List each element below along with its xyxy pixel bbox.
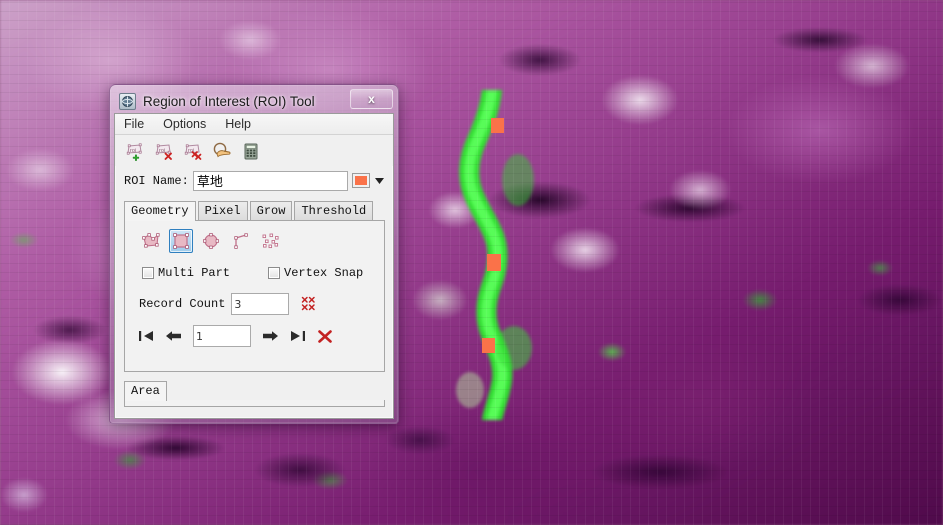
tab-area[interactable]: Area: [124, 381, 167, 401]
shape-tool-row: [125, 221, 384, 253]
ellipse-tool[interactable]: [199, 229, 223, 253]
roi-name-input[interactable]: [192, 170, 349, 191]
last-record-icon[interactable]: [288, 327, 307, 346]
point-tool[interactable]: [259, 229, 283, 253]
delete-records-xx-icon[interactable]: [300, 295, 318, 313]
geometry-tabstrip: Geometry Pixel Grow Threshold: [124, 201, 385, 221]
tab-pixel[interactable]: Pixel: [197, 201, 248, 220]
menubar: File Options Help: [115, 114, 393, 135]
vertex-snap-label: Vertex Snap: [284, 266, 364, 280]
vertex-snap-checkbox[interactable]: Vertex Snap: [268, 266, 363, 280]
record-count-value: [231, 293, 290, 315]
chevron-down-icon[interactable]: [374, 173, 385, 188]
checkbox-box: [268, 267, 281, 279]
rectangle-tool[interactable]: [169, 229, 193, 253]
svg-text:roi: roi: [130, 148, 136, 154]
delete-all-roi-button[interactable]: roi: [182, 140, 204, 162]
close-button[interactable]: x: [350, 89, 393, 109]
roi-tool-dialog[interactable]: Region of Interest (ROI) Tool x File Opt…: [109, 84, 399, 424]
menu-file[interactable]: File: [122, 116, 146, 132]
svg-text:roi: roi: [159, 148, 165, 154]
dialog-client-area: File Options Help roi roi roi ROI Name: …: [114, 113, 394, 419]
dialog-titlebar[interactable]: Region of Interest (ROI) Tool x: [113, 88, 395, 115]
calculator-button[interactable]: [240, 140, 262, 162]
polyline-tool[interactable]: [229, 229, 253, 253]
multi-part-label: Multi Part: [158, 266, 231, 280]
previous-record-icon[interactable]: [164, 327, 183, 346]
roi-name-label: ROI Name:: [124, 173, 189, 188]
multi-part-checkbox[interactable]: Multi Part: [142, 266, 230, 280]
first-record-icon[interactable]: [137, 327, 156, 346]
roi-color-swatch[interactable]: [352, 173, 370, 188]
toolbar: roi roi roi: [115, 135, 393, 166]
record-count-row: Record Count: [125, 280, 384, 315]
screen-root: Region of Interest (ROI) Tool x File Opt…: [0, 0, 943, 525]
delete-roi-button[interactable]: roi: [153, 140, 175, 162]
tab-threshold[interactable]: Threshold: [294, 201, 374, 220]
polygon-tool[interactable]: [139, 229, 163, 253]
menu-help[interactable]: Help: [223, 116, 253, 132]
checkbox-box: [142, 267, 154, 279]
dialog-title: Region of Interest (ROI) Tool: [143, 94, 315, 109]
new-roi-button[interactable]: roi: [124, 140, 146, 162]
roi-globe-icon: [119, 93, 136, 110]
roi-name-row: ROI Name:: [115, 166, 393, 194]
next-record-icon[interactable]: [261, 327, 280, 346]
tab-grow[interactable]: Grow: [249, 201, 293, 220]
current-record-input[interactable]: [193, 325, 251, 347]
geometry-tab-panel: Multi Part Vertex Snap Record Count: [124, 220, 385, 372]
menu-options[interactable]: Options: [161, 116, 208, 132]
record-count-label: Record Count: [139, 297, 226, 311]
area-tab-panel: [124, 400, 385, 407]
geometry-options-row: Multi Part Vertex Snap: [125, 253, 384, 280]
tab-geometry[interactable]: Geometry: [124, 201, 196, 221]
record-navigation-row: [125, 315, 384, 347]
hand-pointer-button[interactable]: [211, 140, 233, 162]
delete-record-x-icon[interactable]: [315, 327, 334, 346]
area-tabstrip: Area: [124, 380, 393, 401]
